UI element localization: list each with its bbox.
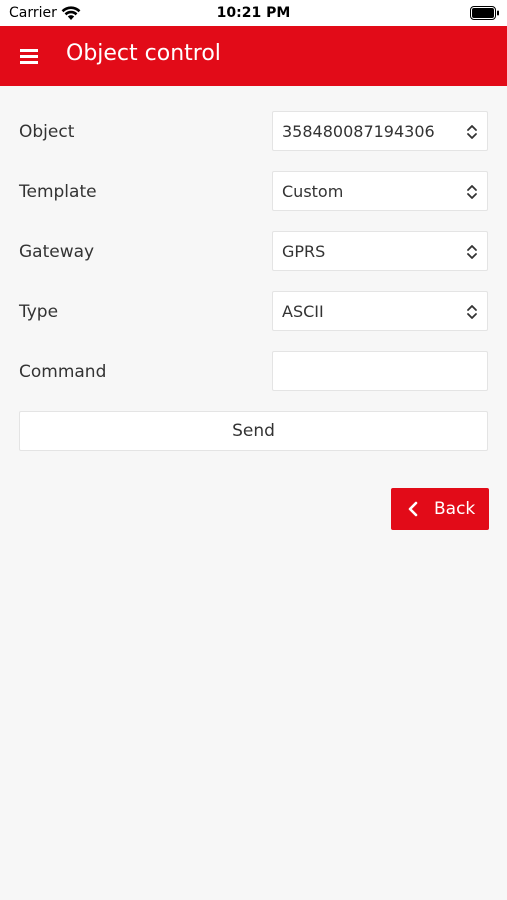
chevron-left-icon	[408, 501, 418, 517]
gateway-row: Gateway GPRS	[0, 231, 507, 273]
battery-icon	[470, 6, 499, 20]
chevron-updown-icon	[467, 305, 477, 319]
chevron-updown-icon	[467, 185, 477, 199]
chevron-updown-icon	[467, 125, 477, 139]
command-label: Command	[19, 362, 107, 382]
object-select[interactable]: 358480087194306	[272, 111, 488, 151]
back-button[interactable]: Back	[391, 488, 489, 530]
gateway-select[interactable]: GPRS	[272, 231, 488, 271]
chevron-updown-icon	[467, 245, 477, 259]
gateway-select-value: GPRS	[282, 242, 326, 261]
hamburger-menu-icon[interactable]	[18, 46, 42, 66]
gateway-label: Gateway	[19, 242, 95, 262]
send-button[interactable]: Send	[19, 411, 488, 451]
type-row: Type ASCII	[0, 291, 507, 333]
template-label: Template	[19, 182, 97, 202]
command-input[interactable]	[272, 351, 488, 391]
object-row: Object 358480087194306	[0, 111, 507, 153]
template-select[interactable]: Custom	[272, 171, 488, 211]
type-select-value: ASCII	[282, 302, 324, 321]
page-title: Object control	[66, 41, 221, 66]
template-row: Template Custom	[0, 171, 507, 213]
back-button-label: Back	[434, 499, 476, 519]
app-header: Object control	[0, 26, 507, 86]
command-row: Command	[0, 351, 507, 393]
object-label: Object	[19, 122, 75, 142]
template-select-value: Custom	[282, 182, 344, 201]
type-select[interactable]: ASCII	[272, 291, 488, 331]
status-bar: Carrier 10:21 PM	[0, 0, 507, 26]
object-select-value: 358480087194306	[282, 122, 435, 141]
status-time: 10:21 PM	[216, 5, 291, 21]
type-label: Type	[19, 302, 59, 322]
